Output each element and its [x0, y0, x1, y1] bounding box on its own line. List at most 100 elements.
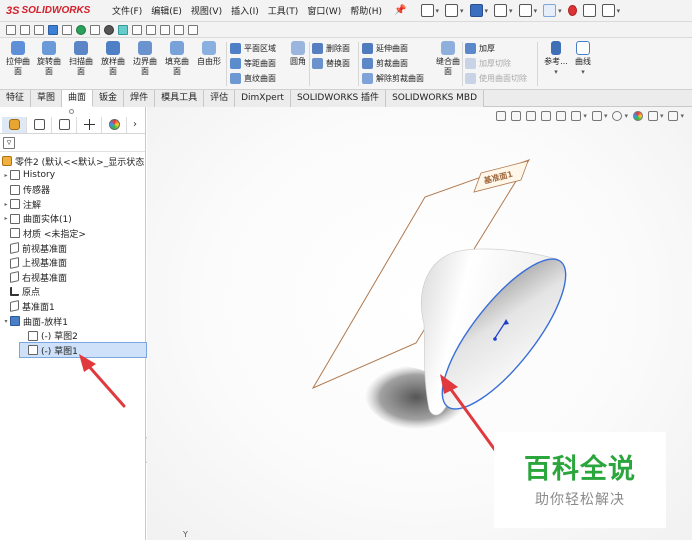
tree-root-part[interactable]: 零件2 (默认<<默认>_显示状态 [2, 154, 144, 168]
menu-insert[interactable]: 插入(I) [231, 4, 259, 17]
tree-item[interactable]: (-) 草图2 [20, 329, 78, 343]
display-manager-tab[interactable] [102, 116, 127, 133]
chevron-right-icon[interactable]: › [133, 119, 137, 130]
menu-window[interactable]: 窗口(W) [307, 4, 341, 17]
expand-arrow-icon[interactable]: ▾ [2, 318, 10, 325]
print-dropdown-icon[interactable]: ▾ [509, 7, 513, 15]
tab-weldments[interactable]: 焊件 [124, 90, 156, 107]
surface-cut-button[interactable]: 使用曲面切除 [465, 71, 527, 86]
tab-surfaces[interactable]: 曲面 [62, 90, 94, 107]
tab-sketch[interactable]: 草图 [31, 90, 63, 107]
lofted-surface-button[interactable]: 放样曲面 [99, 41, 127, 77]
new-dropdown-icon[interactable]: ▾ [436, 7, 440, 15]
drawing-icon[interactable] [62, 24, 72, 35]
smart-dimension-icon[interactable] [6, 24, 16, 35]
untrim-surface-button[interactable]: 解除剪裁曲面 [362, 71, 424, 86]
print-icon[interactable] [494, 4, 508, 17]
filled-surface-button[interactable]: 填充曲面 [163, 41, 191, 77]
tree-item[interactable]: (-) 草图1 [19, 342, 147, 359]
swept-surface-button[interactable]: 扫描曲面 [67, 41, 95, 77]
new-document-icon[interactable] [420, 4, 434, 17]
fillet-button[interactable]: 圆角 [284, 41, 312, 67]
trim-surface-button[interactable]: 剪裁曲面 [362, 56, 408, 71]
knit-surface-button[interactable]: 缝合曲面 [434, 41, 462, 77]
planar-surface-button[interactable]: 平面区域 [230, 41, 276, 56]
part-icon[interactable] [34, 24, 44, 35]
dimxpert-manager-tab[interactable] [77, 116, 102, 133]
options-dropdown-icon[interactable]: ▾ [617, 7, 621, 15]
tree-item[interactable]: 右视基准面 [2, 270, 67, 284]
undo-icon[interactable] [518, 4, 532, 17]
filter-icon[interactable]: ▿ [3, 136, 15, 149]
thickened-cut-button[interactable]: 加厚切除 [465, 56, 511, 71]
tree-item[interactable]: ▸ 曲面实体(1) [2, 212, 72, 226]
menu-view[interactable]: 视图(V) [191, 4, 222, 17]
save-icon[interactable] [469, 4, 483, 17]
mass-properties-icon[interactable] [160, 24, 170, 35]
freeform-button[interactable]: 自由形 [195, 41, 223, 67]
feature-manager-tab[interactable] [2, 116, 27, 133]
curves-dropdown-icon[interactable]: ▾ [568, 67, 598, 77]
expand-arrow-icon[interactable]: ▸ [2, 172, 10, 179]
thicken-button[interactable]: 加厚 [465, 41, 495, 56]
open-dropdown-icon[interactable]: ▾ [460, 7, 464, 15]
menu-help[interactable]: 帮助(H) [350, 4, 382, 17]
tree-item[interactable]: ▸ 注解 [2, 197, 41, 211]
section-view-icon[interactable] [174, 24, 184, 35]
expand-arrow-icon[interactable]: ▸ [2, 215, 10, 222]
menu-tools[interactable]: 工具(T) [268, 4, 299, 17]
tree-item[interactable]: 传感器 [2, 183, 50, 197]
panel-grip[interactable] [0, 107, 145, 116]
save-dropdown-icon[interactable]: ▾ [485, 7, 489, 15]
tab-dimxpert[interactable]: DimXpert [235, 90, 291, 107]
revolved-surface-button[interactable]: 旋转曲面 [35, 41, 63, 77]
tree-item[interactable]: 前视基准面 [2, 241, 67, 255]
watermark: 百科全说 助你轻松解决 [494, 432, 666, 528]
panel-tab-bar: › [0, 116, 145, 134]
measure-icon[interactable] [146, 24, 156, 35]
offset-surface-button[interactable]: 等距曲面 [230, 56, 276, 71]
menu-file[interactable]: 文件(F) [112, 4, 142, 17]
undo-dropdown-icon[interactable]: ▾ [534, 7, 538, 15]
extend-surface-button[interactable]: 延伸曲面 [362, 41, 408, 56]
expand-arrow-icon[interactable]: ▸ [2, 201, 10, 208]
ruler-icon[interactable] [20, 24, 30, 35]
camera-icon[interactable] [188, 24, 198, 35]
rebuild-icon[interactable] [567, 5, 577, 16]
display-icon[interactable] [104, 24, 114, 35]
curves-button[interactable]: 曲线 ▾ [568, 41, 598, 77]
ruled-surface-button[interactable]: 直纹曲面 [230, 71, 276, 86]
file-properties-icon[interactable] [582, 4, 596, 17]
options-gear-icon[interactable] [601, 4, 615, 17]
scene-icon[interactable] [118, 24, 128, 35]
replace-face-button[interactable]: 替换面 [312, 56, 350, 71]
tab-features[interactable]: 特征 [0, 90, 32, 107]
tab-solidworks-addins[interactable]: SOLIDWORKS 插件 [290, 90, 387, 107]
tree-item[interactable]: ▾ 曲面-放样1 [2, 314, 68, 328]
select-dropdown-icon[interactable]: ▾ [558, 7, 562, 15]
menu-edit[interactable]: 编辑(E) [151, 4, 182, 17]
settings-icon[interactable] [90, 24, 100, 35]
zoom-icon[interactable] [132, 24, 142, 35]
select-cursor-icon[interactable] [543, 4, 557, 17]
tab-solidworks-mbd[interactable]: SOLIDWORKS MBD [386, 90, 485, 107]
tree-item[interactable]: 上视基准面 [2, 256, 67, 270]
property-manager-tab[interactable] [27, 116, 52, 133]
appearance-icon[interactable] [76, 24, 86, 35]
tree-item[interactable]: 原点 [2, 285, 40, 299]
tab-mold-tools[interactable]: 模具工具 [155, 90, 205, 107]
open-document-icon[interactable] [445, 4, 459, 17]
plane-label-tag[interactable]: 基准面1 [473, 160, 529, 193]
tree-item[interactable]: ▸ History [2, 168, 55, 182]
tab-evaluate[interactable]: 评估 [204, 90, 236, 107]
tree-item[interactable]: 基准面1 [2, 299, 55, 313]
extruded-surface-button[interactable]: 拉伸曲面 [4, 41, 32, 77]
pin-menu-icon[interactable]: 📌 [394, 5, 406, 16]
boundary-surface-button[interactable]: 边界曲面 [131, 41, 159, 77]
solidworks-logo[interactable]: 3S SOLIDWORKS [0, 5, 100, 17]
configuration-manager-tab[interactable] [52, 116, 77, 133]
tab-sheet-metal[interactable]: 钣金 [93, 90, 125, 107]
tree-item[interactable]: 材质 <未指定> [2, 226, 86, 240]
assembly-icon[interactable] [48, 24, 58, 35]
delete-face-button[interactable]: 删除面 [312, 41, 350, 56]
